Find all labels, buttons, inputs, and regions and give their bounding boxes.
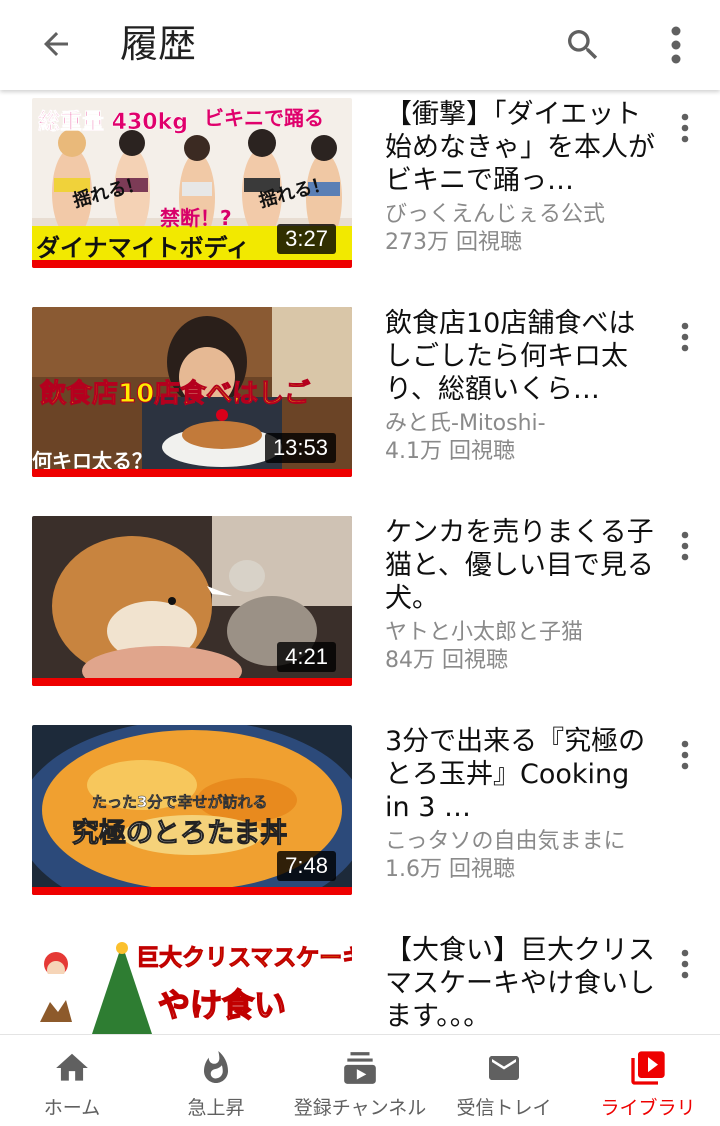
thumbnail-caption: やけ食い	[157, 985, 287, 1025]
nav-subscriptions[interactable]: 登録チャンネル	[288, 1035, 432, 1126]
more-vert-icon	[681, 531, 689, 561]
subscriptions-icon	[338, 1047, 382, 1089]
arrow-back-icon	[44, 32, 68, 56]
video-title[interactable]: 【大食い】巨大クリスマスケーキやけ食いします。。。	[385, 934, 655, 1033]
nav-label: ホーム	[43, 1097, 101, 1119]
search-icon	[568, 30, 598, 60]
page-title: 履歴	[120, 22, 197, 66]
video-item[interactable]: 4:21 ケンカを売りまくる子猫と、優しい目で見る犬。 ヤトと小太郎と子猫 84…	[0, 508, 720, 708]
thumbnail-caption: たった3分で幸せが訪れる	[92, 793, 268, 812]
history-list[interactable]: 総重量 430kg ビキニで踊る 揺れる！ 禁断！? 揺れる！ ダイナマイトボデ…	[0, 90, 720, 1034]
channel-name: みと氏-Mitoshi-	[385, 411, 546, 436]
channel-name: びっくえんじぇる公式	[385, 202, 606, 227]
video-duration: 13:53	[264, 433, 336, 463]
video-meta[interactable]: 【大食い】巨大クリスマスケーキやけ食いします。。。	[385, 934, 655, 1033]
more-options-button[interactable]	[656, 20, 696, 70]
watch-progress-bar	[32, 469, 352, 477]
video-meta[interactable]: 3分で出来る『究極のとろ玉丼』Cooking in 3 … こっタソの自由気まま…	[385, 725, 655, 884]
channel-name: ヤトと小太郎と子猫	[385, 620, 584, 645]
thumbnail-caption: 飲食店10店食べはしご	[39, 379, 311, 410]
channel-name: こっタソの自由気ままに	[385, 829, 626, 854]
more-vert-icon	[671, 26, 681, 64]
fire-icon	[194, 1047, 238, 1089]
nav-label: ライブラリ	[600, 1097, 696, 1119]
video-menu-button[interactable]	[670, 944, 700, 984]
thumbnail-caption: 総重量 430kg	[38, 110, 188, 136]
watch-progress-bar	[32, 260, 352, 268]
video-duration: 7:48	[277, 851, 336, 881]
thumbnail-caption: ダイナマイトボディ	[36, 234, 250, 262]
video-item[interactable]: たった3分で幸せが訪れる 究極のとろたま丼 7:48 3分で出来る『究極のとろ玉…	[0, 717, 720, 917]
nav-library[interactable]: ライブラリ	[576, 1035, 720, 1126]
video-thumbnail[interactable]: たった3分で幸せが訪れる 究極のとろたま丼 7:48	[32, 725, 352, 895]
video-duration: 3:27	[277, 224, 336, 254]
thumbnail-caption: 禁断！?	[160, 206, 232, 230]
watch-progress-bar	[32, 887, 352, 895]
more-vert-icon	[681, 949, 689, 979]
nav-trending[interactable]: 急上昇	[144, 1035, 288, 1126]
more-vert-icon	[681, 740, 689, 770]
library-icon	[626, 1047, 670, 1089]
video-item[interactable]: 飲食店10店食べはしご 何キロ太る？ 13:53 飲食店10店舗食べはしごしたら…	[0, 299, 720, 499]
app-bar: 履歴	[0, 0, 720, 90]
bottom-navigation: ホーム 急上昇 登録チャンネル 受信トレイ ライブラリ	[0, 1034, 720, 1126]
view-count: 273万 回視聴	[385, 230, 522, 255]
video-item[interactable]: 巨大クリスマスケーキ やけ食い 【大食い】巨大クリスマスケーキやけ食いします。。…	[0, 926, 720, 1034]
video-item[interactable]: 総重量 430kg ビキニで踊る 揺れる！ 禁断！? 揺れる！ ダイナマイトボデ…	[0, 90, 720, 290]
video-title[interactable]: 飲食店10店舗食べはしごしたら何キロ太り、総額いくら…	[385, 307, 655, 406]
more-vert-icon	[681, 113, 689, 143]
video-duration: 4:21	[277, 642, 336, 672]
video-menu-button[interactable]	[670, 108, 700, 148]
video-menu-button[interactable]	[670, 317, 700, 357]
view-count: 84万 回視聴	[385, 648, 508, 673]
view-count: 4.1万 回視聴	[385, 439, 515, 464]
video-meta[interactable]: ケンカを売りまくる子猫と、優しい目で見る犬。 ヤトと小太郎と子猫 84万 回視聴	[385, 516, 655, 675]
back-button[interactable]	[30, 22, 82, 66]
nav-label: 受信トレイ	[456, 1097, 552, 1119]
nav-label: 急上昇	[187, 1097, 245, 1119]
video-title[interactable]: ケンカを売りまくる子猫と、優しい目で見る犬。	[385, 516, 655, 615]
video-thumbnail[interactable]: 飲食店10店食べはしご 何キロ太る？ 13:53	[32, 307, 352, 477]
home-icon	[50, 1047, 94, 1089]
nav-label: 登録チャンネル	[293, 1097, 427, 1119]
watch-progress-bar	[32, 678, 352, 686]
video-title[interactable]: 3分で出来る『究極のとろ玉丼』Cooking in 3 …	[385, 725, 655, 824]
video-thumbnail[interactable]: 4:21	[32, 516, 352, 686]
thumbnail-caption: 究極のとろたま丼	[71, 818, 288, 850]
video-meta[interactable]: 飲食店10店舗食べはしごしたら何キロ太り、総額いくら… みと氏-Mitoshi-…	[385, 307, 655, 466]
video-meta[interactable]: 【衝撃】「ダイエット始めなきゃ」を本人がビキニで踊っ… びっくえんじぇる公式 2…	[385, 98, 655, 257]
video-title[interactable]: 【衝撃】「ダイエット始めなきゃ」を本人がビキニで踊っ…	[385, 98, 655, 197]
nav-home[interactable]: ホーム	[0, 1035, 144, 1126]
more-vert-icon	[681, 322, 689, 352]
nav-inbox[interactable]: 受信トレイ	[432, 1035, 576, 1126]
video-thumbnail[interactable]: 総重量 430kg ビキニで踊る 揺れる！ 禁断！? 揺れる！ ダイナマイトボデ…	[32, 98, 352, 268]
video-menu-button[interactable]	[670, 735, 700, 775]
view-count: 1.6万 回視聴	[385, 857, 515, 882]
thumbnail-caption: ビキニで踊る	[204, 106, 324, 130]
search-button[interactable]	[558, 20, 608, 70]
video-thumbnail[interactable]: 巨大クリスマスケーキ やけ食い	[32, 934, 352, 1034]
thumbnail-caption: 巨大クリスマスケーキ	[135, 945, 352, 972]
inbox-icon	[482, 1047, 526, 1089]
video-menu-button[interactable]	[670, 526, 700, 566]
